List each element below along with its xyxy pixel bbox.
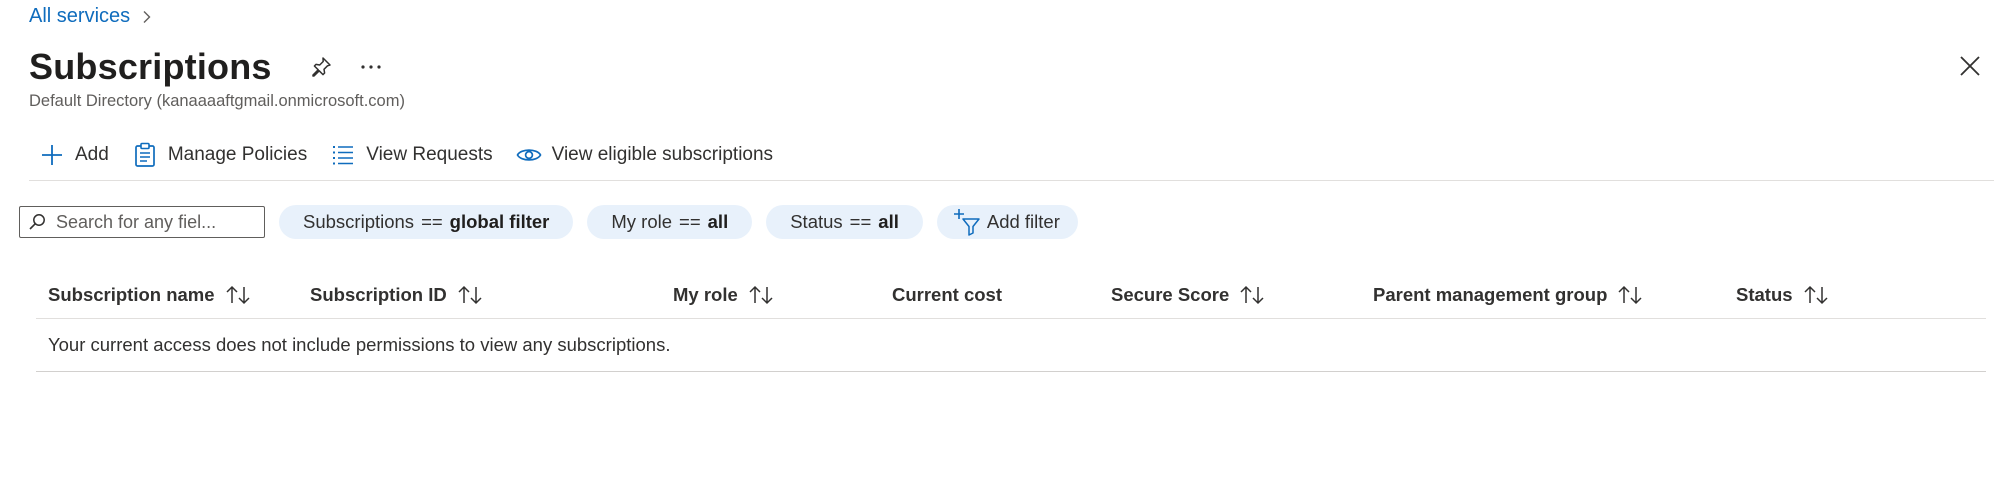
- clipboard-icon: [131, 141, 159, 169]
- filter-key: Subscriptions: [303, 211, 415, 232]
- empty-state-message: Your current access does not include per…: [36, 319, 1986, 372]
- add-button-label: Add: [75, 144, 109, 165]
- column-label: Parent management group: [1373, 284, 1608, 305]
- search-icon: [28, 213, 46, 231]
- filter-value: all: [707, 211, 729, 232]
- sort-icon: [1617, 285, 1643, 305]
- filter-pill-status[interactable]: Status == all: [766, 205, 923, 239]
- filter-value: global filter: [449, 211, 550, 232]
- search-box[interactable]: [19, 206, 265, 238]
- table-header: Subscription name Subscription ID My rol…: [36, 272, 1986, 319]
- search-input[interactable]: [56, 211, 246, 233]
- column-header-parent-management-group[interactable]: Parent management group: [1373, 284, 1643, 306]
- view-requests-button[interactable]: View Requests: [329, 141, 493, 169]
- add-filter-icon: [953, 208, 981, 236]
- filter-pill-my-role[interactable]: My role == all: [587, 205, 753, 239]
- column-header-current-cost: Current cost: [892, 284, 1002, 306]
- filter-value: all: [878, 211, 899, 232]
- column-label: My role: [673, 284, 738, 305]
- sort-icon: [457, 285, 483, 305]
- page-subtitle: Default Directory (kanaaaaftgmail.onmicr…: [29, 92, 405, 110]
- command-bar: Add Manage Policies View Requests View e…: [38, 138, 795, 172]
- column-header-subscription-name[interactable]: Subscription name: [48, 284, 251, 306]
- filter-operator: ==: [679, 211, 701, 232]
- column-header-my-role[interactable]: My role: [673, 284, 774, 306]
- filter-operator: ==: [849, 211, 872, 232]
- pin-icon[interactable]: [306, 52, 336, 82]
- subscriptions-table: Subscription name Subscription ID My rol…: [36, 272, 1986, 372]
- plus-icon: [38, 141, 66, 169]
- manage-policies-button[interactable]: Manage Policies: [131, 141, 307, 169]
- view-eligible-label: View eligible subscriptions: [551, 144, 774, 165]
- sort-icon: [1239, 285, 1265, 305]
- toolbar-divider: [29, 180, 1994, 181]
- view-eligible-subscriptions-button[interactable]: View eligible subscriptions: [515, 141, 773, 169]
- breadcrumb-all-services-link[interactable]: All services: [29, 5, 130, 28]
- more-options-icon[interactable]: [356, 52, 386, 82]
- filter-bar: Subscriptions == global filter My role =…: [19, 204, 1086, 240]
- breadcrumb: All services: [29, 5, 154, 28]
- sort-icon: [225, 285, 251, 305]
- column-label: Current cost: [892, 284, 1002, 305]
- subscriptions-page: All services Subscriptions Default Direc…: [0, 0, 2000, 499]
- list-icon: [329, 141, 357, 169]
- view-requests-label: View Requests: [366, 144, 493, 165]
- eye-icon: [515, 141, 543, 169]
- column-header-secure-score[interactable]: Secure Score: [1111, 284, 1265, 306]
- add-filter-label: Add filter: [986, 211, 1060, 232]
- column-label: Status: [1736, 284, 1793, 305]
- filter-operator: ==: [421, 211, 443, 232]
- add-button[interactable]: Add: [38, 141, 109, 169]
- page-title: Subscriptions: [29, 46, 272, 87]
- column-header-subscription-id[interactable]: Subscription ID: [310, 284, 483, 306]
- column-label: Subscription name: [48, 284, 215, 305]
- sort-icon: [748, 285, 774, 305]
- column-label: Subscription ID: [310, 284, 447, 305]
- sort-icon: [1803, 285, 1829, 305]
- filter-key: My role: [611, 211, 673, 232]
- manage-policies-label: Manage Policies: [167, 144, 308, 165]
- chevron-right-icon: [140, 10, 154, 24]
- column-label: Secure Score: [1111, 284, 1230, 305]
- filter-key: Status: [790, 211, 843, 232]
- title-row: Subscriptions: [29, 42, 386, 92]
- filter-pill-subscriptions[interactable]: Subscriptions == global filter: [279, 205, 574, 239]
- column-header-status[interactable]: Status: [1736, 284, 1829, 306]
- add-filter-button[interactable]: Add filter: [936, 205, 1078, 239]
- close-icon[interactable]: [1956, 52, 1984, 80]
